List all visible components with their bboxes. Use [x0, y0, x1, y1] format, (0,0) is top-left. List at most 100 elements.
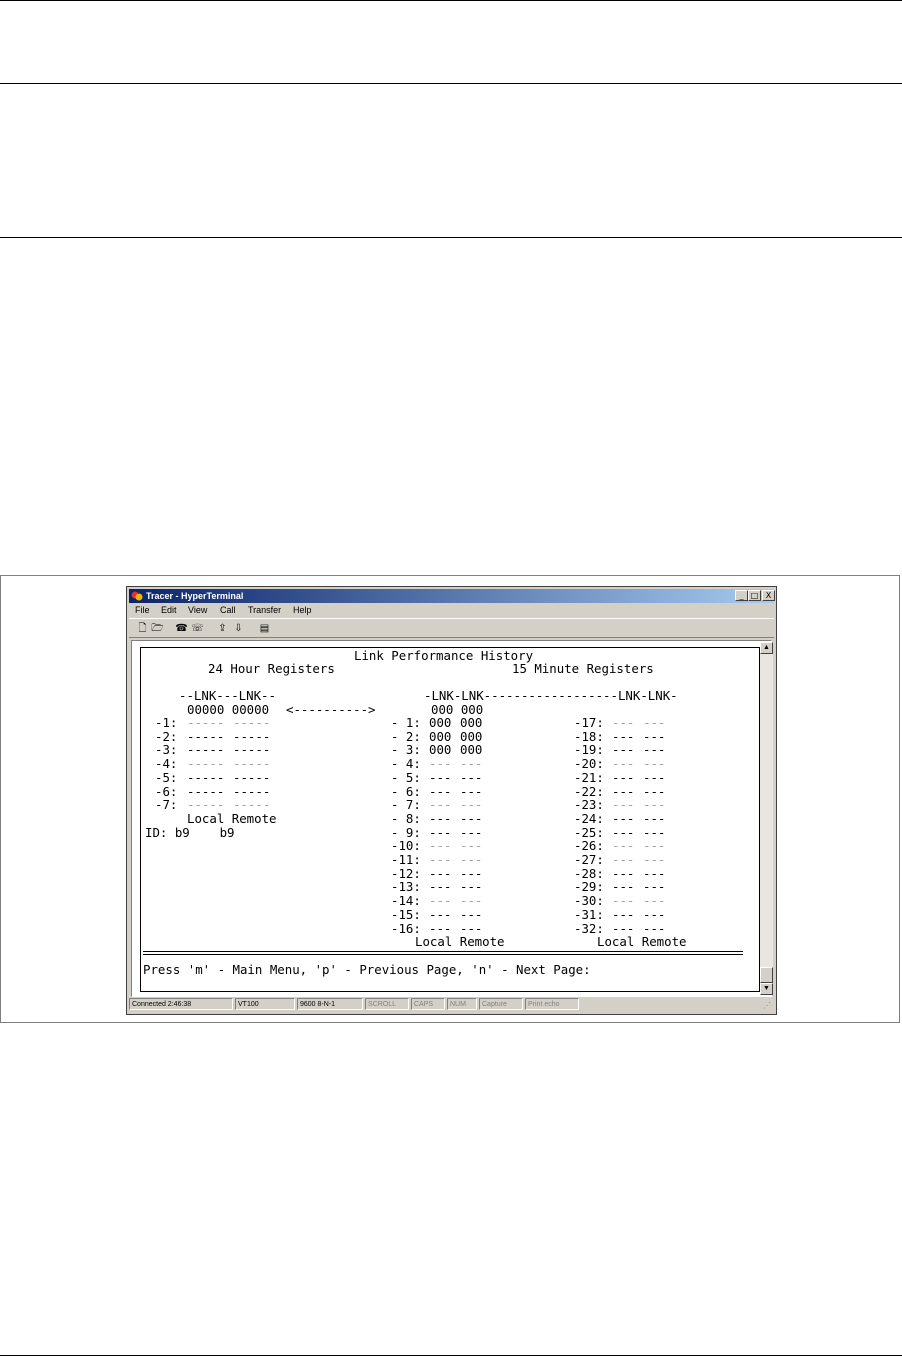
register-remote-value: 000 — [460, 715, 483, 730]
register-local-value: --- — [612, 715, 635, 730]
close-button[interactable]: X — [762, 590, 775, 601]
window-title: Tracer - HyperTerminal — [146, 591, 244, 601]
status-scroll: SCROLL — [365, 998, 409, 1010]
right-title: 15 Minute Registers — [512, 661, 654, 676]
register-local-value: --- — [429, 879, 452, 895]
register-remote-value: ----- — [233, 756, 271, 772]
register-local-value: --- — [612, 769, 635, 785]
register-local-value: --- — [612, 783, 635, 799]
title-bar[interactable]: Tracer - HyperTerminal _ □ X — [129, 589, 775, 603]
register-remote-value: --- — [460, 852, 483, 867]
properties-icon[interactable]: ▤ — [257, 622, 272, 636]
register-label: -18: — [574, 728, 604, 744]
register-remote-value: --- — [643, 715, 666, 730]
register-local-value: 000 — [429, 728, 452, 744]
resize-grip-icon[interactable]: ⋰ — [763, 1001, 773, 1011]
register-local-value: ----- — [187, 783, 225, 799]
terminal-area[interactable]: Link Performance History 24 Hour Registe… — [131, 640, 772, 997]
register-label: - 7: — [391, 797, 421, 813]
register-label: -24: — [574, 810, 604, 826]
menu-transfer[interactable]: Transfer — [248, 604, 281, 617]
register-label: - 4: — [391, 756, 421, 772]
register-remote-value: ----- — [233, 797, 271, 813]
register-local-value: 000 — [429, 715, 452, 730]
register-local-value: --- — [429, 756, 452, 772]
register-label: -26: — [574, 838, 604, 854]
register-local-value: ----- — [187, 756, 225, 772]
scroll-up-icon[interactable]: ▲ — [760, 642, 773, 654]
header-rule — [0, 83, 902, 84]
register-label: -12: — [391, 865, 421, 881]
register-label: -28: — [574, 865, 604, 881]
register-remote-value: --- — [643, 879, 666, 895]
terminal-heading: Link Performance History — [354, 648, 534, 663]
maximize-button[interactable]: □ — [748, 590, 761, 601]
register-remote-value: --- — [460, 810, 483, 826]
open-icon[interactable]: 🗁 — [150, 622, 165, 636]
register-label: -30: — [574, 893, 604, 909]
register-local-value: 000 — [429, 742, 452, 758]
phone-icon[interactable]: ☎ — [174, 622, 189, 636]
register-remote-value: ----- — [233, 783, 271, 799]
menu-call[interactable]: Call — [220, 604, 236, 617]
register-remote-value: --- — [643, 797, 666, 813]
register-remote-value: --- — [460, 824, 483, 840]
register-local-value: --- — [429, 797, 452, 813]
status-port-settings: 9600 8-N-1 — [297, 998, 363, 1010]
id-line: ID: b9 b9 — [145, 825, 235, 840]
mid-footer: Local Remote — [415, 934, 505, 949]
register-local-value: --- — [612, 728, 635, 744]
register-remote-value: --- — [460, 756, 483, 772]
menu-edit[interactable]: Edit — [161, 604, 177, 617]
minimize-button[interactable]: _ — [735, 590, 748, 601]
register-local-value: --- — [612, 838, 635, 854]
status-capture: Capture — [479, 998, 523, 1010]
register-local-value: --- — [612, 742, 635, 758]
send-icon[interactable]: ⇪ — [215, 622, 230, 636]
register-local-value: --- — [612, 810, 635, 826]
register-label: -31: — [574, 906, 604, 922]
register-label: -7: — [155, 797, 178, 813]
new-icon[interactable]: 🗋 — [135, 622, 150, 636]
status-emulation: VT100 — [235, 998, 295, 1010]
scroll-thumb[interactable] — [760, 967, 773, 983]
register-label: -10: — [391, 838, 421, 854]
register-label: - 6: — [391, 783, 421, 799]
right-footer: Local Remote — [597, 934, 687, 949]
menu-view[interactable]: View — [188, 604, 207, 617]
menu-file[interactable]: File — [135, 604, 150, 617]
register-remote-value: --- — [643, 838, 666, 854]
scroll-down-icon[interactable]: ▼ — [760, 983, 773, 995]
register-remote-value: --- — [460, 879, 483, 895]
register-local-value: --- — [612, 893, 635, 909]
register-remote-value: --- — [643, 893, 666, 909]
terminal-screen[interactable]: Link Performance History 24 Hour Registe… — [140, 647, 760, 992]
receive-icon[interactable]: ⇩ — [231, 622, 246, 636]
register-label: -22: — [574, 783, 604, 799]
register-local-value: ----- — [187, 728, 225, 744]
register-remote-value: --- — [460, 893, 483, 909]
register-remote-value: ----- — [233, 715, 271, 730]
register-remote-value: 000 — [460, 728, 483, 744]
disconnect-icon[interactable]: ☏ — [190, 622, 205, 636]
register-remote-value: --- — [643, 769, 666, 785]
register-label: - 8: — [391, 810, 421, 826]
register-local-value: --- — [612, 906, 635, 922]
register-local-value: --- — [429, 865, 452, 881]
register-remote-value: --- — [643, 728, 666, 744]
register-local-value: --- — [429, 769, 452, 785]
register-label: -17: — [574, 715, 604, 730]
status-connection: Connected 2:46:38 — [129, 998, 233, 1010]
menu-help[interactable]: Help — [293, 604, 312, 617]
hyperterminal-app-icon — [131, 591, 143, 601]
register-label: -15: — [391, 906, 421, 922]
register-local-value: --- — [612, 852, 635, 867]
register-remote-value: --- — [643, 756, 666, 772]
register-label: -13: — [391, 879, 421, 895]
register-remote-value: --- — [643, 824, 666, 840]
register-remote-value: --- — [460, 838, 483, 854]
vertical-scrollbar[interactable]: ▲ ▼ — [760, 642, 773, 995]
register-local-value: ----- — [187, 797, 225, 813]
register-remote-value: --- — [643, 783, 666, 799]
register-remote-value: --- — [643, 742, 666, 758]
